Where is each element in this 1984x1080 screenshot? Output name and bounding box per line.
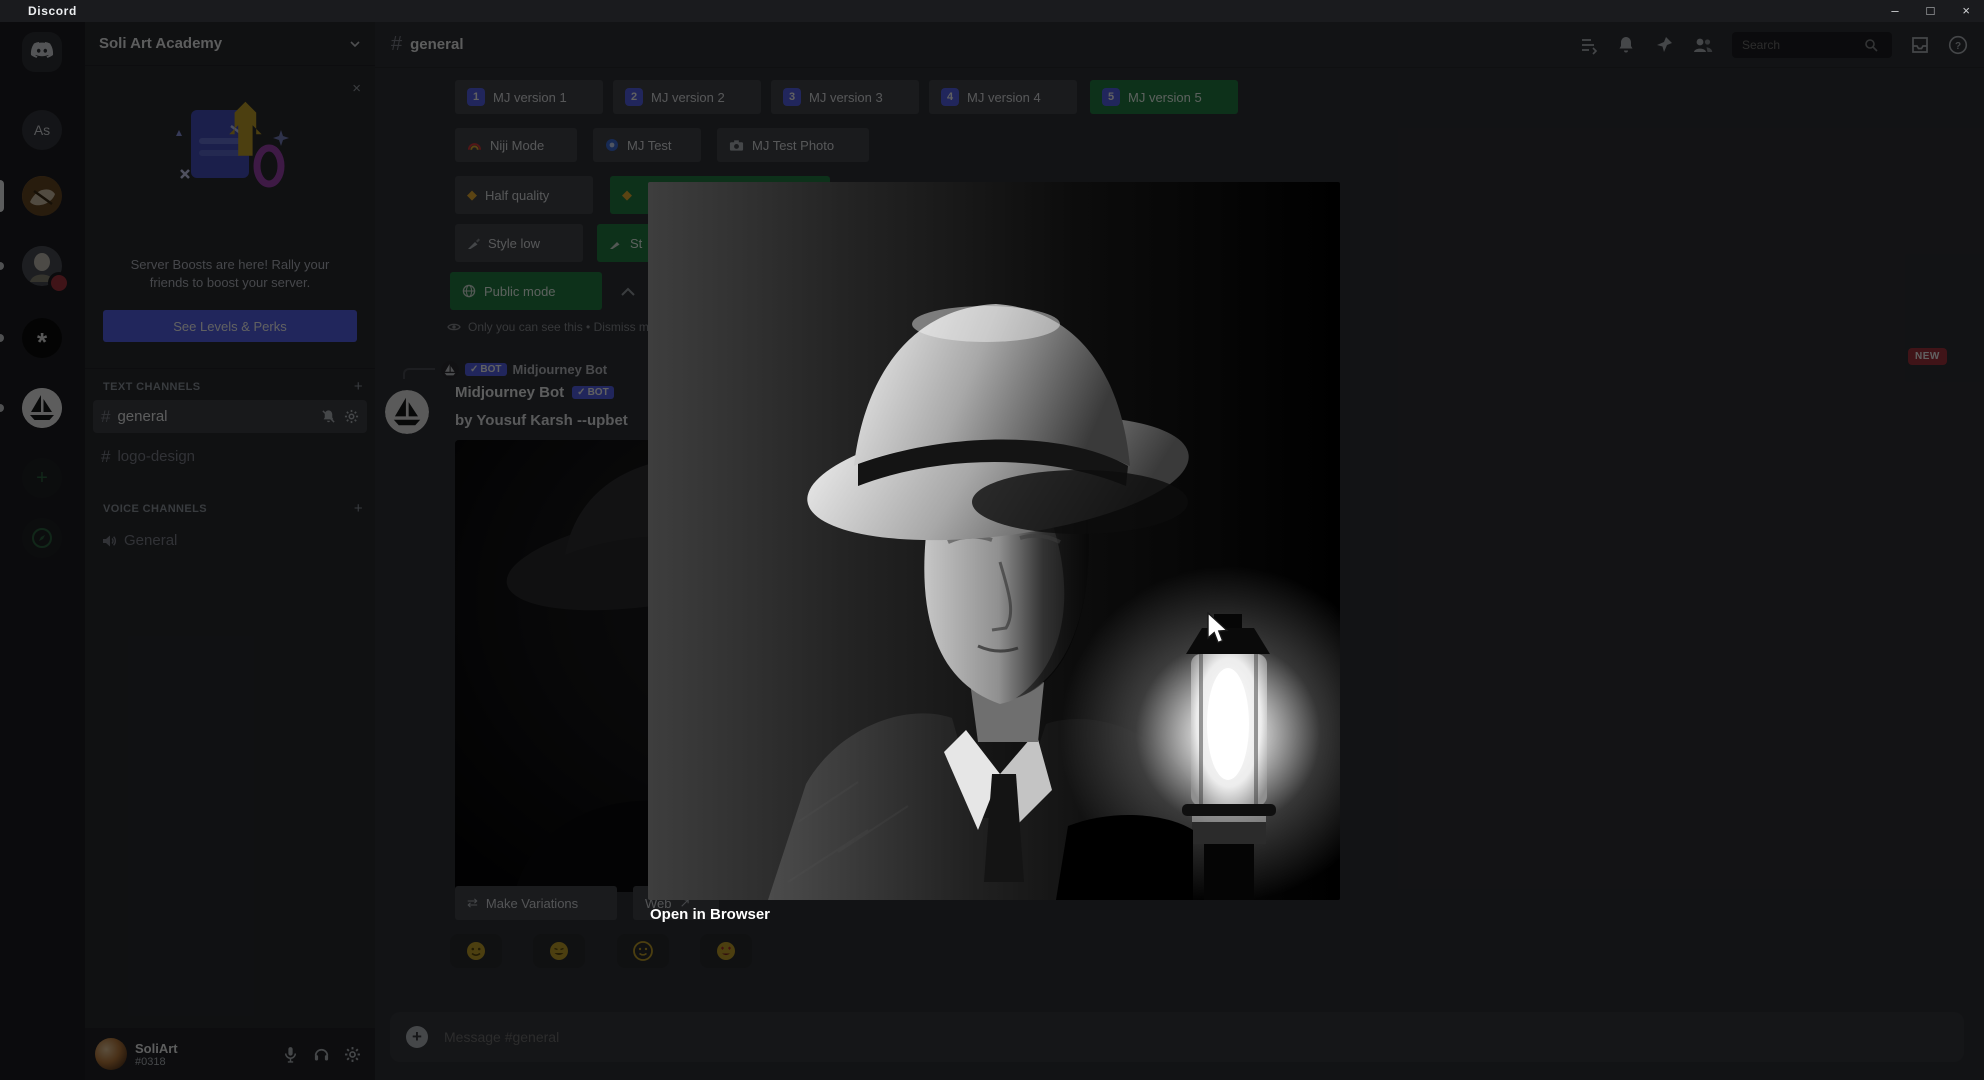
close-button[interactable]: × [1962,0,1970,22]
open-in-browser-link[interactable]: Open in Browser [650,906,770,923]
minimize-button[interactable]: – [1891,0,1898,22]
portrait-photo [648,182,1340,900]
lightbox-image[interactable] [648,182,1340,900]
app-logo-text: Discord [28,4,77,18]
maximize-button[interactable]: □ [1927,0,1935,22]
titlebar: Discord – □ × [0,0,1984,22]
mouse-cursor [1207,612,1229,644]
discord-window: Discord – □ × As * [0,0,1984,1080]
